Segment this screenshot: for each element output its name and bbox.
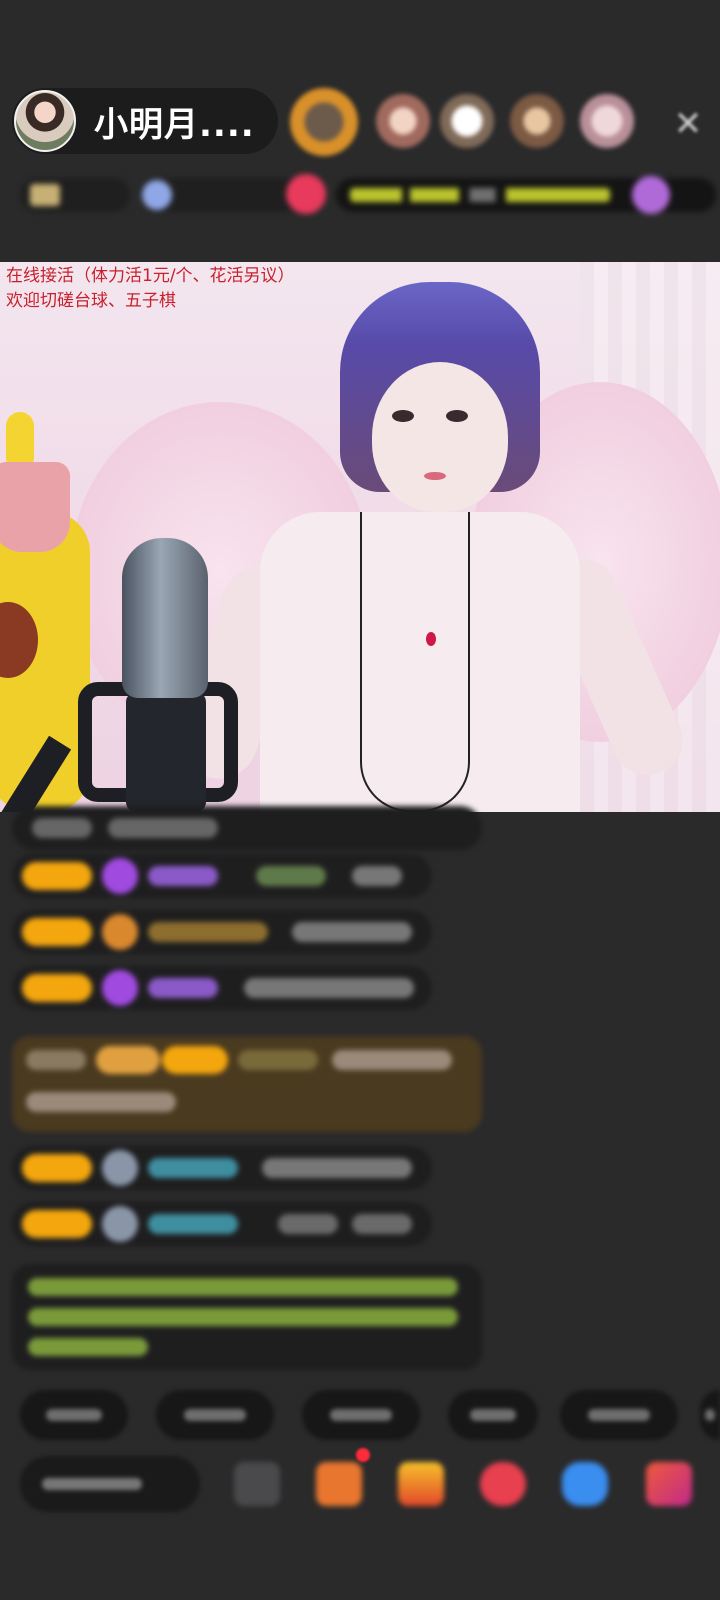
- red-packet-icon[interactable]: [398, 1462, 444, 1506]
- diamond-icon: [102, 858, 138, 894]
- host-avatar[interactable]: [14, 90, 76, 152]
- quick-reply-chip[interactable]: [700, 1390, 720, 1440]
- viewer-avatar[interactable]: [510, 94, 564, 148]
- chat-message[interactable]: [12, 806, 482, 850]
- quick-reply-chip[interactable]: [560, 1390, 678, 1440]
- level-badge: [22, 862, 92, 890]
- chat-message[interactable]: [12, 1146, 432, 1190]
- chat-message[interactable]: [12, 966, 432, 1010]
- mic-body: [126, 692, 206, 812]
- quick-reply-chip[interactable]: [20, 1390, 128, 1440]
- game-icon[interactable]: [480, 1462, 526, 1506]
- quick-reply-chip[interactable]: [302, 1390, 420, 1440]
- chat-message[interactable]: [12, 1202, 432, 1246]
- chat-message[interactable]: [12, 910, 432, 954]
- hand-icon: [102, 914, 138, 950]
- event-icon[interactable]: [632, 176, 670, 214]
- stream-overlay-text: 在线接活（体力活1元/个、花活另议） 欢迎切磋台球、五子棋: [6, 264, 295, 314]
- activity-icon[interactable]: [286, 174, 326, 214]
- notification-dot: [356, 1448, 370, 1462]
- level-badge: [22, 1210, 92, 1238]
- avatar: [102, 1150, 138, 1186]
- quick-reply-chip[interactable]: [156, 1390, 274, 1440]
- pendant: [426, 632, 436, 646]
- live-video[interactable]: 在线接活（体力活1元/个、花活另议） 欢迎切磋台球、五子棋: [0, 262, 720, 812]
- host-info-pill[interactable]: 小明月....: [12, 88, 278, 154]
- viewer-avatar[interactable]: [376, 94, 430, 148]
- emoji-icon[interactable]: [234, 1462, 280, 1506]
- quick-reply-chip[interactable]: [448, 1390, 538, 1440]
- comment-input[interactable]: [20, 1456, 200, 1512]
- microphone: [122, 538, 208, 698]
- room-status-bar: [20, 172, 716, 218]
- level-badge: [22, 1154, 92, 1182]
- streamer-eye: [392, 410, 414, 422]
- level-badge: [22, 974, 92, 1002]
- system-notice[interactable]: [12, 1264, 482, 1370]
- host-name: 小明月....: [94, 104, 255, 145]
- diamond-icon: [102, 970, 138, 1006]
- plush-toy-hat: [0, 462, 70, 552]
- viewer-avatar[interactable]: [580, 94, 634, 148]
- overlay-line: 欢迎切磋台球、五子棋: [6, 291, 176, 311]
- streamer-eye: [446, 410, 468, 422]
- overlay-line: 在线接活（体力活1元/个、花活另议）: [6, 266, 295, 286]
- room-rank-badge[interactable]: [20, 178, 130, 212]
- chat-message[interactable]: [12, 854, 432, 898]
- earphone-cable: [360, 512, 470, 812]
- close-icon[interactable]: ✕: [668, 104, 708, 144]
- level-badge: [22, 918, 92, 946]
- streamer-face: [372, 362, 508, 512]
- chat-message-highlighted[interactable]: [12, 1036, 482, 1132]
- avatar: [102, 1206, 138, 1242]
- gift-box-icon[interactable]: [316, 1462, 362, 1506]
- viewer-avatar[interactable]: [440, 94, 494, 148]
- viewer-avatar[interactable]: [290, 88, 358, 156]
- gift-icon[interactable]: [646, 1462, 692, 1506]
- share-icon[interactable]: [562, 1462, 608, 1506]
- streamer-lips: [424, 472, 446, 480]
